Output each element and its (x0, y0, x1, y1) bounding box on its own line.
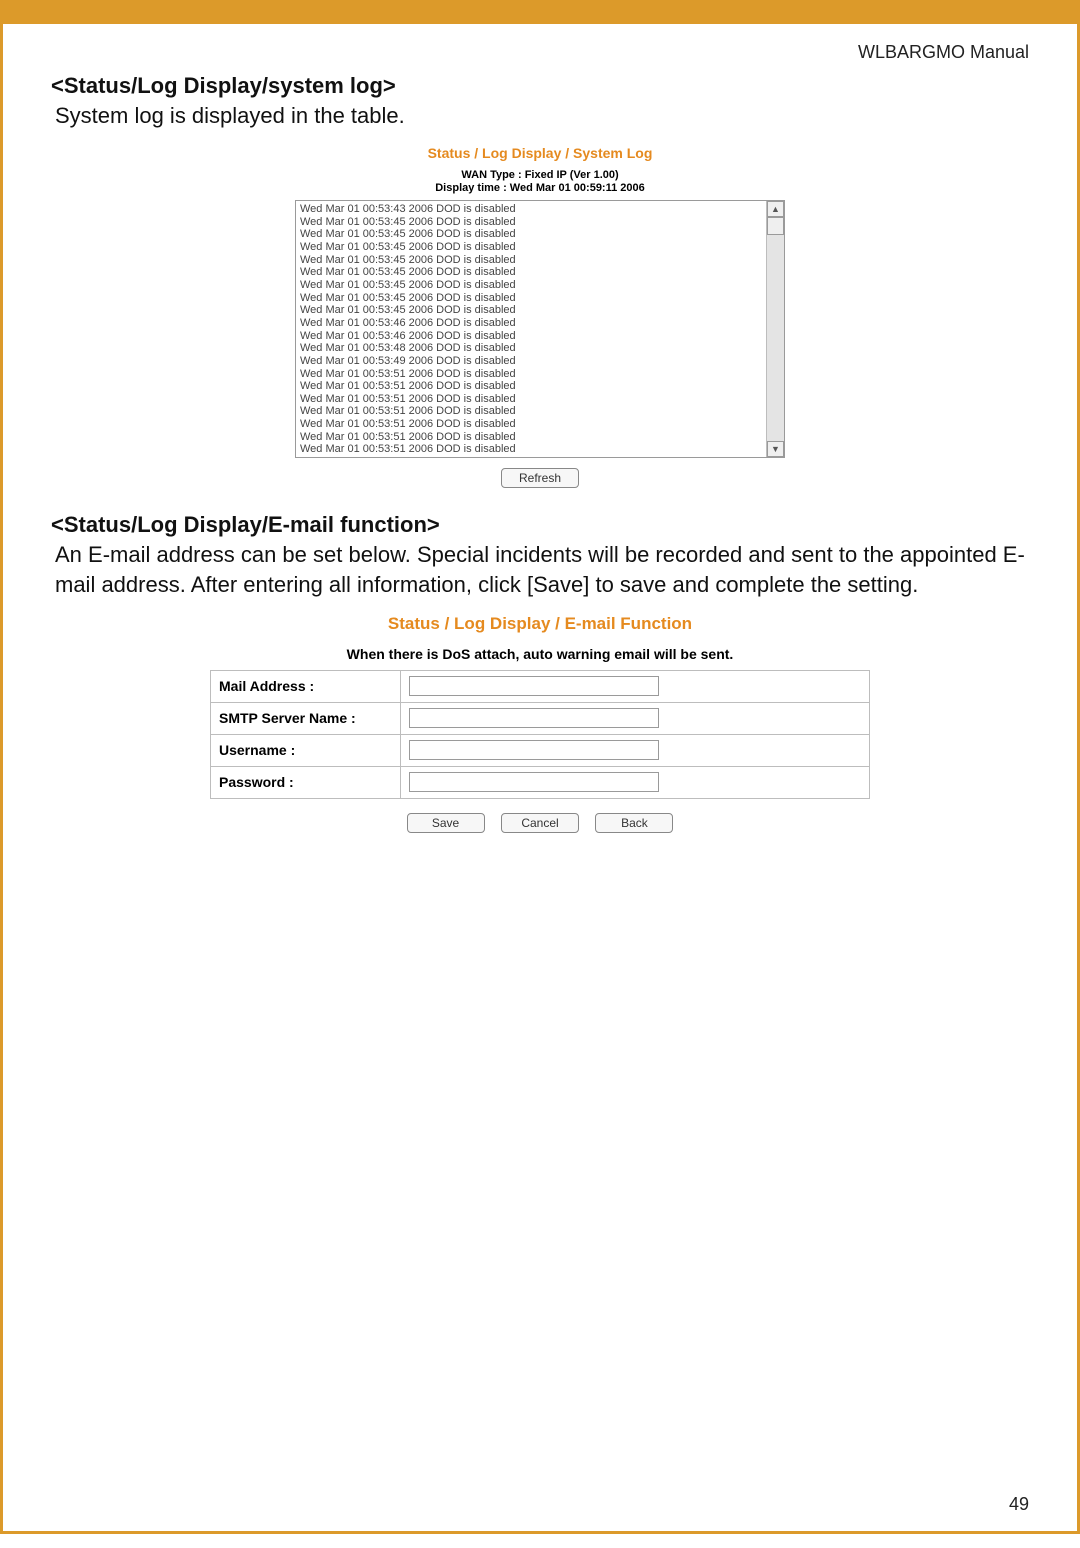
log-line: Wed Mar 01 00:53:45 2006 DOD is disabled (300, 241, 762, 254)
log-line: Wed Mar 01 00:53:51 2006 DOD is disabled (300, 431, 762, 444)
page-body: WLBARGMO Manual <Status/Log Display/syst… (0, 24, 1080, 1534)
log-line: Wed Mar 01 00:53:51 2006 DOD is disabled (300, 405, 762, 418)
section2-title: <Status/Log Display/E-mail function> (51, 512, 1029, 538)
smtp-server-label: SMTP Server Name : (211, 702, 401, 734)
log-line: Wed Mar 01 00:53:51 2006 DOD is disabled (300, 368, 762, 381)
log-line: Wed Mar 01 00:53:51 2006 DOD is disabled (300, 393, 762, 406)
display-time-line: Display time : Wed Mar 01 00:59:11 2006 (435, 182, 645, 194)
email-heading: Status / Log Display / E-mail Function (210, 614, 870, 634)
manual-name: WLBARGMO Manual (51, 42, 1029, 63)
log-line: Wed Mar 01 00:53:45 2006 DOD is disabled (300, 292, 762, 305)
back-button[interactable]: Back (595, 813, 673, 833)
page-number: 49 (1009, 1494, 1029, 1515)
log-line: Wed Mar 01 00:53:45 2006 DOD is disabled (300, 254, 762, 267)
email-function-panel: Status / Log Display / E-mail Function W… (210, 614, 870, 833)
system-log-subhead: WAN Type : Fixed IP (Ver 1.00) Display t… (295, 169, 785, 197)
section1-title: <Status/Log Display/system log> (51, 73, 1029, 99)
cancel-button[interactable]: Cancel (501, 813, 579, 833)
system-log-box: Wed Mar 01 00:53:43 2006 DOD is disabled… (295, 200, 785, 458)
table-row: Password : (211, 766, 870, 798)
log-line: Wed Mar 01 00:53:45 2006 DOD is disabled (300, 304, 762, 317)
log-line: Wed Mar 01 00:53:43 2006 DOD is disabled (300, 203, 762, 216)
password-input[interactable] (409, 772, 659, 792)
system-log-heading: Status / Log Display / System Log (295, 145, 785, 161)
log-line: Wed Mar 01 00:53:51 2006 DOD is disabled (300, 380, 762, 393)
wan-type-line: WAN Type : Fixed IP (Ver 1.00) (461, 169, 618, 181)
table-row: Username : (211, 734, 870, 766)
system-log-lines[interactable]: Wed Mar 01 00:53:43 2006 DOD is disabled… (296, 201, 766, 457)
username-input[interactable] (409, 740, 659, 760)
mail-address-input[interactable] (409, 676, 659, 696)
log-line: Wed Mar 01 00:53:49 2006 DOD is disabled (300, 355, 762, 368)
log-line: Wed Mar 01 00:53:45 2006 DOD is disabled (300, 266, 762, 279)
table-row: Mail Address : (211, 670, 870, 702)
mail-address-label: Mail Address : (211, 670, 401, 702)
refresh-button[interactable]: Refresh (501, 468, 579, 488)
password-label: Password : (211, 766, 401, 798)
table-row: SMTP Server Name : (211, 702, 870, 734)
scroll-thumb[interactable] (767, 217, 784, 235)
log-line: Wed Mar 01 00:53:45 2006 DOD is disabled (300, 279, 762, 292)
log-line: Wed Mar 01 00:53:46 2006 DOD is disabled (300, 330, 762, 343)
section1-desc: System log is displayed in the table. (55, 101, 1029, 131)
scroll-up-icon[interactable]: ▲ (767, 201, 784, 217)
email-attach-note: When there is DoS attach, auto warning e… (210, 646, 870, 662)
log-line: Wed Mar 01 00:53:45 2006 DOD is disabled (300, 228, 762, 241)
email-form-table: Mail Address : SMTP Server Name : Userna… (210, 670, 870, 799)
save-button[interactable]: Save (407, 813, 485, 833)
email-button-row: Save Cancel Back (210, 813, 870, 833)
log-line: Wed Mar 01 00:53:45 2006 DOD is disabled (300, 216, 762, 229)
section2-desc: An E-mail address can be set below. Spec… (55, 540, 1029, 599)
username-label: Username : (211, 734, 401, 766)
system-log-panel: Status / Log Display / System Log WAN Ty… (295, 145, 785, 489)
scrollbar[interactable]: ▲ ▼ (766, 201, 784, 457)
log-line: Wed Mar 01 00:53:51 2006 DOD is disabled (300, 443, 762, 456)
scroll-down-icon[interactable]: ▼ (767, 441, 784, 457)
smtp-server-input[interactable] (409, 708, 659, 728)
log-line: Wed Mar 01 00:53:48 2006 DOD is disabled (300, 342, 762, 355)
top-orange-bar (0, 0, 1080, 24)
log-line: Wed Mar 01 00:53:51 2006 DOD is disabled (300, 418, 762, 431)
log-line: Wed Mar 01 00:53:46 2006 DOD is disabled (300, 317, 762, 330)
